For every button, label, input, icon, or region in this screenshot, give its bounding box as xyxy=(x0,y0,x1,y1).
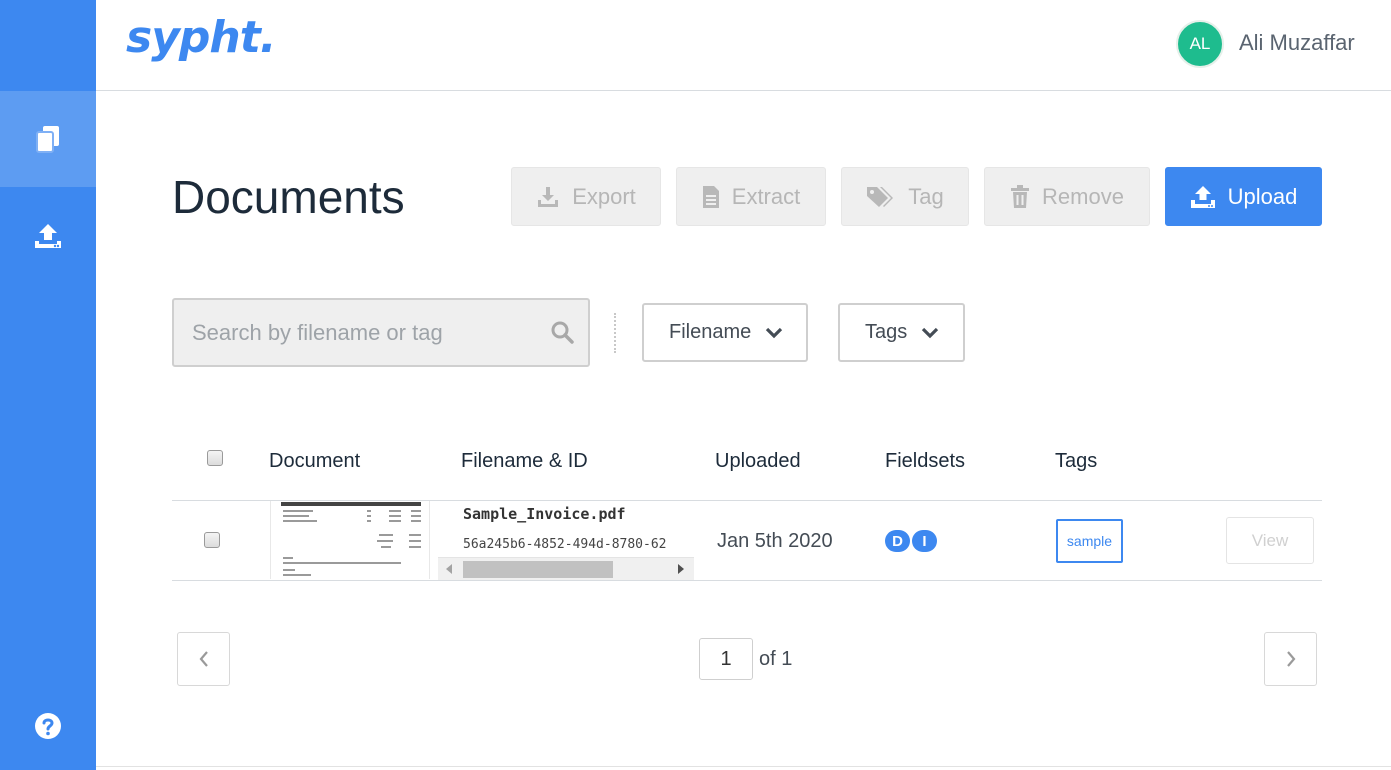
extract-button-label: Extract xyxy=(731,183,801,209)
sidebar-item-help[interactable] xyxy=(0,678,96,770)
extract-button[interactable]: Extract xyxy=(676,167,826,226)
chevron-left-icon xyxy=(199,651,208,667)
page-number-input[interactable] xyxy=(699,638,753,680)
help-icon xyxy=(35,713,61,739)
document-thumbnail[interactable] xyxy=(270,501,430,579)
file-text-icon xyxy=(702,185,719,208)
avatar[interactable]: AL xyxy=(1176,20,1224,68)
fieldset-badge: D xyxy=(885,530,910,552)
upload-icon xyxy=(35,224,61,248)
search-icon[interactable] xyxy=(550,320,574,344)
select-all-checkbox[interactable] xyxy=(207,450,223,466)
document-id: 56a245b6-4852-494d-8780-62 xyxy=(463,537,667,552)
remove-button-label: Remove xyxy=(1042,183,1124,209)
sidebar-item-upload[interactable] xyxy=(0,188,96,284)
document-filename[interactable]: Sample_Invoice.pdf xyxy=(463,505,626,523)
previous-page-button[interactable] xyxy=(177,632,230,686)
view-button[interactable]: View xyxy=(1226,517,1314,564)
search-input[interactable] xyxy=(192,318,532,348)
header: sypht. AL Ali Muzaffar xyxy=(96,0,1391,91)
tags-filter-label: Tags xyxy=(865,321,908,343)
column-header-tags: Tags xyxy=(1055,450,1098,472)
chevron-down-icon xyxy=(766,327,783,338)
document-id-scroller: 56a245b6-4852-494d-8780-62 xyxy=(438,530,694,580)
trash-icon xyxy=(1011,184,1030,208)
column-header-document: Document xyxy=(269,450,361,472)
horizontal-scrollbar[interactable] xyxy=(438,557,694,580)
user-name[interactable]: Ali Muzaffar xyxy=(1239,30,1355,56)
sypht-logo[interactable]: sypht. xyxy=(126,12,276,63)
download-icon xyxy=(538,186,559,207)
footer-divider xyxy=(96,766,1391,767)
filter-divider xyxy=(614,313,616,353)
export-button[interactable]: Export xyxy=(511,167,661,226)
remove-button[interactable]: Remove xyxy=(984,167,1150,226)
column-header-filename: Filename & ID xyxy=(461,450,588,472)
fieldsets-badges: D I xyxy=(885,530,937,552)
column-header-fieldsets: Fieldsets xyxy=(885,450,966,472)
filename-filter-dropdown[interactable]: Filename xyxy=(642,303,808,362)
sidebar xyxy=(0,0,96,770)
documents-icon xyxy=(36,126,59,153)
column-header-uploaded: Uploaded xyxy=(715,450,801,472)
page-total: of 1 xyxy=(759,648,793,670)
export-button-label: Export xyxy=(572,183,636,209)
chevron-right-icon xyxy=(1286,651,1295,667)
chevron-down-icon xyxy=(922,327,939,338)
next-page-button[interactable] xyxy=(1264,632,1317,686)
filename-filter-label: Filename xyxy=(669,321,752,343)
tag-button-label: Tag xyxy=(908,183,944,209)
scroll-left-icon[interactable] xyxy=(446,564,452,574)
tag-chip[interactable]: sample xyxy=(1056,519,1123,563)
table-divider xyxy=(172,580,1322,581)
search-box xyxy=(172,298,590,367)
tags-icon xyxy=(867,186,894,207)
upload-icon xyxy=(1190,185,1215,208)
row-checkbox[interactable] xyxy=(204,532,220,548)
tag-button[interactable]: Tag xyxy=(841,167,969,226)
scroll-right-icon[interactable] xyxy=(678,564,684,574)
sidebar-item-documents[interactable] xyxy=(0,91,96,187)
uploaded-date: Jan 5th 2020 xyxy=(717,530,833,552)
scrollbar-thumb[interactable] xyxy=(463,561,613,578)
tags-filter-dropdown[interactable]: Tags xyxy=(838,303,965,362)
upload-button[interactable]: Upload xyxy=(1165,167,1322,226)
upload-button-label: Upload xyxy=(1227,183,1298,209)
fieldset-badge: I xyxy=(912,530,937,552)
page-title: Documents xyxy=(172,171,405,223)
